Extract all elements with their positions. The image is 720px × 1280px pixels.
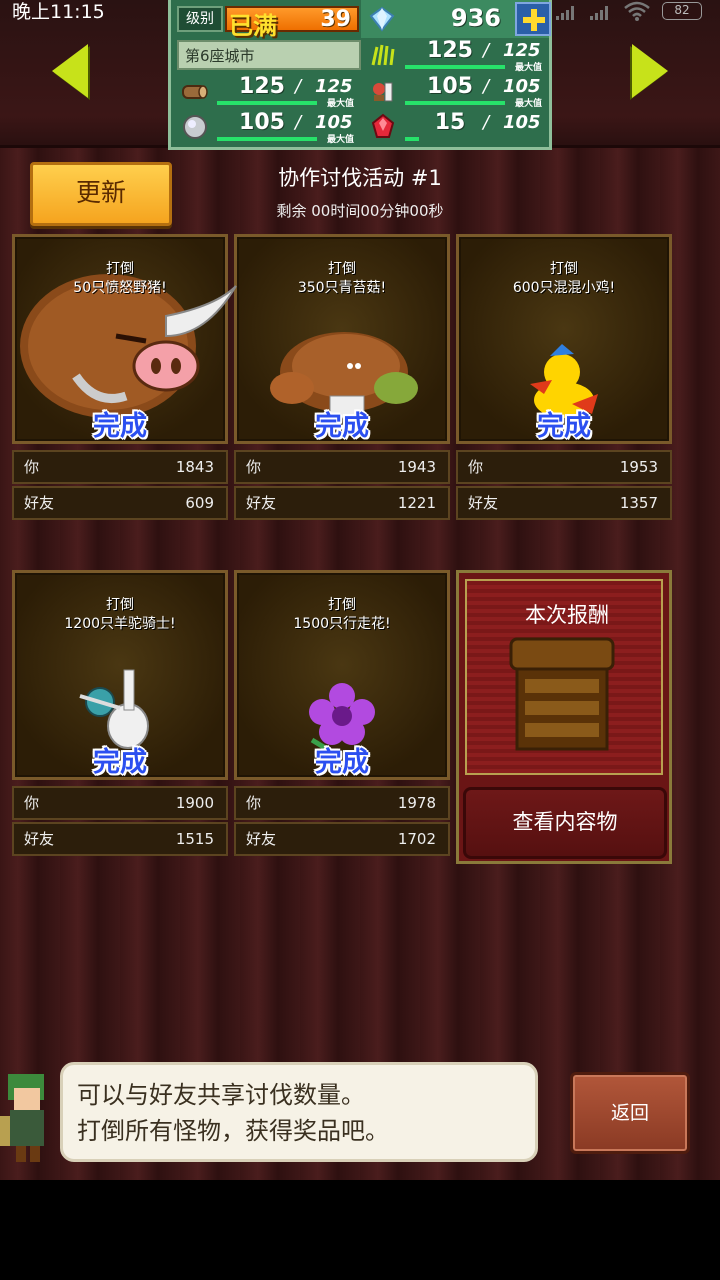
quest-card[interactable]: 打倒 50只愤怒野猪! 完成 你 1843 好友 609 — [12, 234, 237, 528]
friend-row: 好友 1357 — [456, 486, 672, 520]
quest-card[interactable]: 打倒 1500只行走花! 完成 你 1978 好友 1702 — [234, 570, 450, 864]
quest-card[interactable]: 打倒 350只青苔菇! 完成 你 1943 好友 1221 — [234, 234, 450, 528]
view-contents-button[interactable]: 查看内容物 — [463, 787, 667, 859]
signal-icon — [556, 6, 574, 20]
ruby-resource: 15 / 105 — [365, 110, 549, 144]
ore-resource: 105 / 105 最大值 — [177, 110, 361, 145]
ore-icon — [183, 115, 207, 139]
guide-character-avatar — [0, 1074, 44, 1162]
ore-bar — [217, 137, 317, 141]
completed-label: 完成 — [93, 411, 147, 442]
completed-label: 完成 — [315, 411, 369, 442]
refresh-button[interactable]: 更新 — [30, 162, 172, 226]
prev-arrow-button[interactable] — [52, 44, 88, 98]
wifi-icon — [624, 1, 650, 21]
next-arrow-button[interactable] — [632, 44, 668, 98]
wood-value: 125 — [239, 74, 285, 99]
event-title: 协作讨伐活动 #1 — [278, 166, 442, 190]
reward-title: 本次报酬 — [525, 603, 609, 627]
wood-bar — [217, 101, 317, 105]
wood-cap-label: 最大值 — [327, 99, 355, 109]
card-task: 打倒 1500只行走花! — [293, 597, 391, 632]
completed-label: 完成 — [537, 411, 591, 442]
food-cap-label: 最大值 — [515, 99, 543, 109]
food-bar — [405, 101, 505, 105]
you-row: 你 1953 — [456, 450, 672, 484]
treasure-chest-icon — [509, 637, 615, 751]
grass-icon — [371, 44, 395, 66]
ruby-max: 105 — [503, 112, 541, 133]
card-task: 打倒 50只愤怒野猪! — [73, 261, 167, 296]
quest-card[interactable]: 打倒 1200只羊驼骑士! 完成 你 1900 好友 1515 — [12, 570, 228, 864]
dialog-box: 可以与好友共享讨伐数量。 打倒所有怪物，获得奖品吧。 — [60, 1062, 538, 1162]
food-icon — [373, 82, 393, 102]
back-button[interactable]: 返回 — [570, 1072, 690, 1154]
quest-card[interactable]: 打倒 600只混混小鸡! 完成 你 1953 好友 1357 — [456, 234, 672, 528]
you-row: 你 1978 — [234, 786, 450, 820]
event-remaining-time: 剩余 00时间00分钟00秒 — [276, 202, 444, 220]
food-max: 105 — [503, 76, 541, 97]
wood-resource: 125 / 125 最大值 — [177, 74, 361, 109]
battery-icon: 82 — [662, 2, 702, 20]
signal-icon-2 — [590, 6, 608, 20]
friend-row: 好友 609 — [12, 486, 228, 520]
ruby-value: 15 — [434, 110, 466, 135]
city-name: 第6座城市 — [177, 40, 361, 70]
food-value: 105 — [427, 74, 473, 99]
ruby-icon — [371, 113, 395, 138]
wood-log-icon — [182, 85, 208, 99]
grass-bar — [405, 65, 505, 69]
status-bar: 晚上11:15 82 — [0, 0, 720, 24]
you-row: 你 1843 — [12, 450, 228, 484]
ruby-bar — [405, 137, 419, 141]
dialog-line: 可以与好友共享讨伐数量。 — [77, 1081, 365, 1109]
friend-row: 好友 1515 — [12, 822, 228, 856]
bottom-black-area — [0, 1180, 720, 1280]
friend-row: 好友 1702 — [234, 822, 450, 856]
you-row: 你 1943 — [234, 450, 450, 484]
card-task: 打倒 600只混混小鸡! — [512, 261, 616, 296]
food-resource: 105 / 105 最大值 — [365, 74, 549, 109]
status-time: 晚上11:15 — [12, 1, 105, 23]
grass-cap-label: 最大值 — [515, 63, 543, 73]
card-task: 打倒 1200只羊驼骑士! — [64, 597, 176, 632]
card-task: 打倒 350只青苔菇! — [297, 261, 387, 296]
wood-max: 125 — [315, 76, 353, 97]
ore-max: 105 — [315, 112, 353, 133]
friend-row: 好友 1221 — [234, 486, 450, 520]
grass-max: 125 — [503, 40, 541, 61]
ore-cap-label: 最大值 — [327, 135, 355, 145]
grass-resource: 125 / 125 最大值 — [365, 38, 549, 73]
you-row: 你 1900 — [12, 786, 228, 820]
dialog-line: 打倒所有怪物，获得奖品吧。 — [77, 1117, 389, 1145]
completed-label: 完成 — [93, 747, 147, 778]
ore-value: 105 — [239, 110, 285, 135]
grass-value: 125 — [427, 38, 473, 63]
reward-card: 本次报酬 查看内容物 — [456, 570, 672, 864]
completed-label: 完成 — [315, 747, 369, 778]
